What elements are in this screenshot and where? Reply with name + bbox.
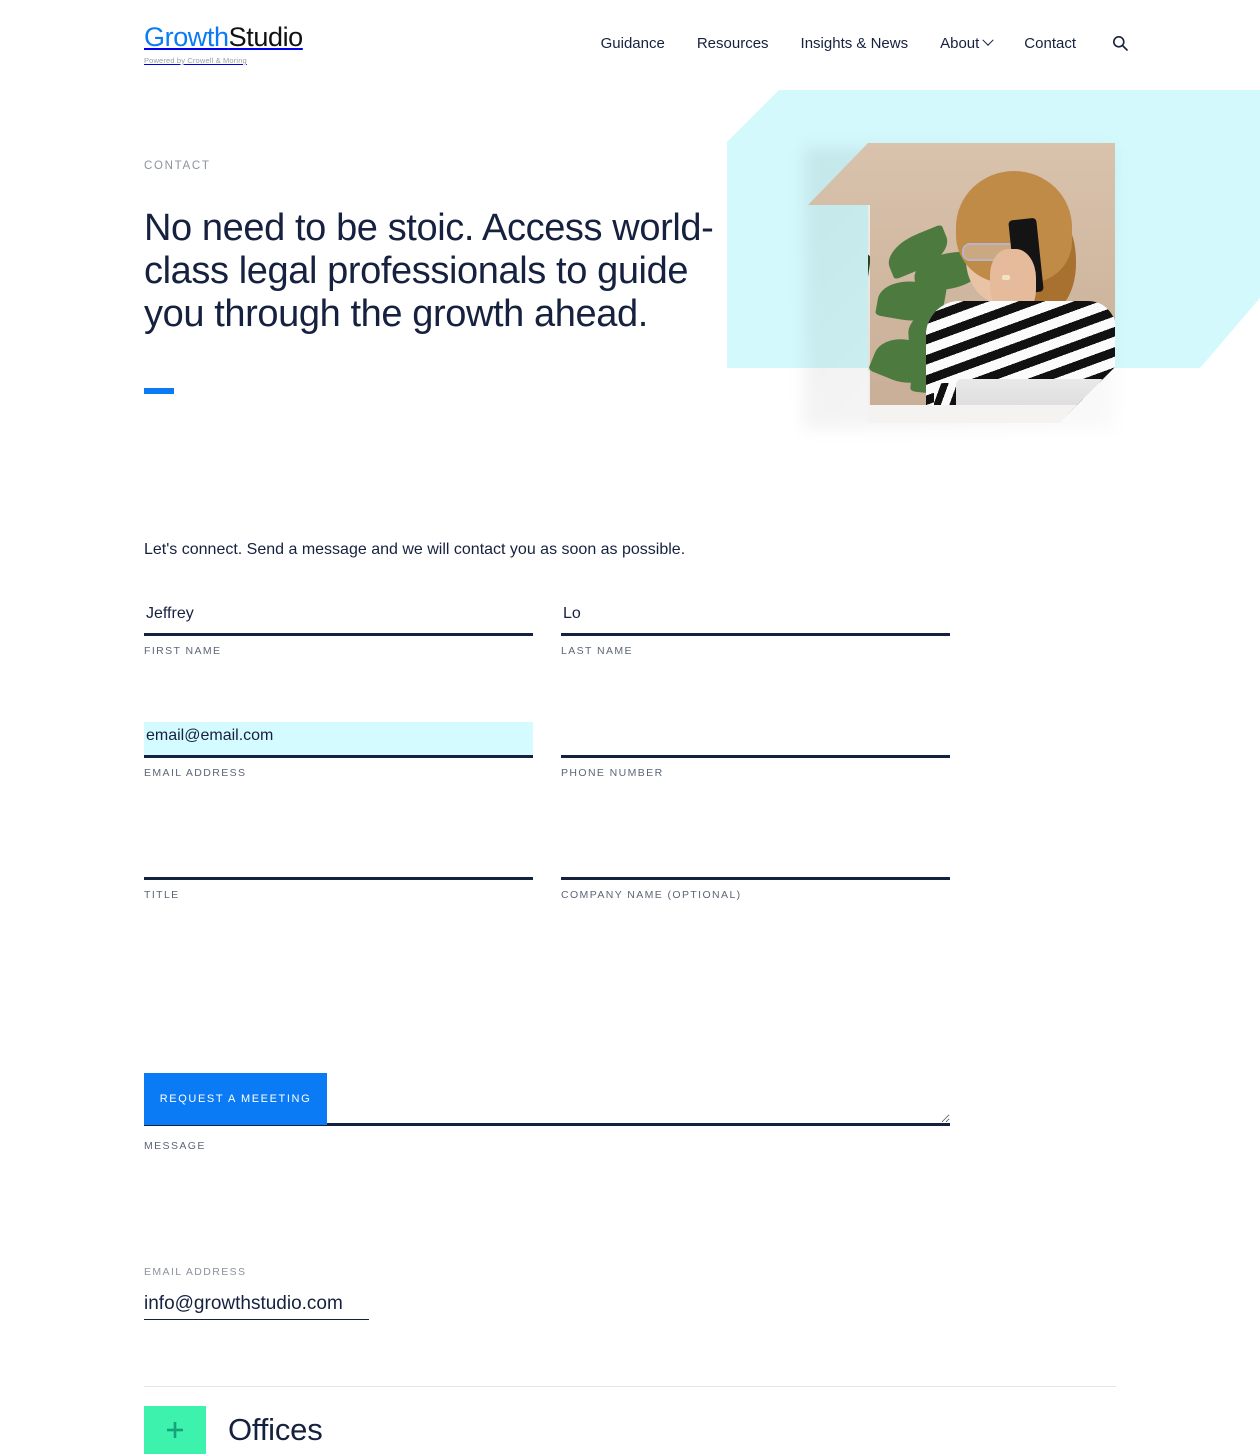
first-name-label: FIRST NAME bbox=[144, 645, 222, 657]
company-name-input[interactable] bbox=[561, 844, 950, 880]
main-navigation: Guidance Resources Insights & News About… bbox=[585, 33, 1130, 53]
section-divider bbox=[144, 1386, 1116, 1387]
field-phone-number: PHONE NUMBER bbox=[561, 722, 950, 779]
search-icon[interactable] bbox=[1110, 33, 1130, 53]
chevron-down-icon bbox=[982, 34, 994, 46]
form-row-contact: EMAIL ADDRESS PHONE NUMBER bbox=[144, 722, 950, 779]
last-name-input[interactable] bbox=[561, 600, 950, 636]
nav-item-guidance[interactable]: Guidance bbox=[585, 35, 681, 52]
nav-item-insights-news[interactable]: Insights & News bbox=[785, 35, 925, 52]
site-header: GrowthStudio Powered by Crowell & Moring… bbox=[0, 0, 1260, 90]
logo-tagline: Powered by Crowell & Moring bbox=[144, 56, 247, 65]
contact-email-link[interactable]: info@growthstudio.com bbox=[144, 1293, 369, 1320]
title-label: TITLE bbox=[144, 889, 180, 901]
accordion-offices[interactable]: Offices bbox=[144, 1406, 323, 1454]
accent-bar bbox=[144, 388, 174, 394]
nav-item-resources[interactable]: Resources bbox=[681, 35, 785, 52]
nav-item-about[interactable]: About bbox=[924, 35, 1008, 52]
hero-photo bbox=[804, 143, 1115, 429]
logo[interactable]: GrowthStudio Powered by Crowell & Moring bbox=[144, 24, 303, 65]
logo-text-studio: Studio bbox=[228, 22, 304, 52]
field-email-address: EMAIL ADDRESS bbox=[144, 722, 533, 779]
email-address-label: EMAIL ADDRESS bbox=[144, 767, 247, 779]
form-intro-text: Let's connect. Send a message and we wil… bbox=[144, 541, 686, 558]
email-address-input[interactable] bbox=[144, 722, 533, 758]
message-label: MESSAGE bbox=[144, 1140, 206, 1152]
first-name-input[interactable] bbox=[144, 600, 533, 636]
form-row-company: TITLE COMPANY NAME (OPTIONAL) bbox=[144, 844, 950, 901]
nav-label: About bbox=[940, 34, 980, 52]
field-company-name: COMPANY NAME (OPTIONAL) bbox=[561, 844, 950, 901]
last-name-label: LAST NAME bbox=[561, 645, 633, 657]
nav-label: Guidance bbox=[600, 34, 665, 52]
person-illustration bbox=[916, 171, 1115, 423]
title-input[interactable] bbox=[144, 844, 533, 880]
field-first-name: FIRST NAME bbox=[144, 600, 533, 657]
form-spacer bbox=[144, 657, 950, 722]
company-name-label: COMPANY NAME (OPTIONAL) bbox=[561, 889, 742, 901]
form-spacer bbox=[144, 901, 950, 966]
request-meeting-button[interactable]: REQUEST A MEEETING bbox=[144, 1073, 327, 1125]
accordion-title: Offices bbox=[228, 1412, 323, 1447]
ring-shape bbox=[1002, 275, 1010, 280]
page-eyebrow: CONTACT bbox=[144, 160, 211, 172]
contact-form: FIRST NAME LAST NAME EMAIL ADDRESS PHONE… bbox=[144, 600, 950, 1152]
form-spacer bbox=[144, 779, 950, 844]
nav-label: Insights & News bbox=[800, 34, 909, 52]
field-last-name: LAST NAME bbox=[561, 600, 950, 657]
plus-icon[interactable] bbox=[144, 1406, 206, 1454]
phone-number-input[interactable] bbox=[561, 722, 950, 758]
nav-item-contact[interactable]: Contact bbox=[1008, 35, 1092, 52]
nav-label: Resources bbox=[696, 34, 769, 52]
form-row-name: FIRST NAME LAST NAME bbox=[144, 600, 950, 657]
logo-text: GrowthStudio bbox=[144, 24, 303, 51]
field-title: TITLE bbox=[144, 844, 533, 901]
logo-text-growth: Growth bbox=[144, 22, 229, 52]
phone-number-label: PHONE NUMBER bbox=[561, 767, 664, 779]
contact-email-label: EMAIL ADDRESS bbox=[144, 1266, 247, 1278]
nav-label: Contact bbox=[1024, 34, 1076, 52]
page-title: No need to be stoic. Access world-class … bbox=[144, 207, 714, 335]
